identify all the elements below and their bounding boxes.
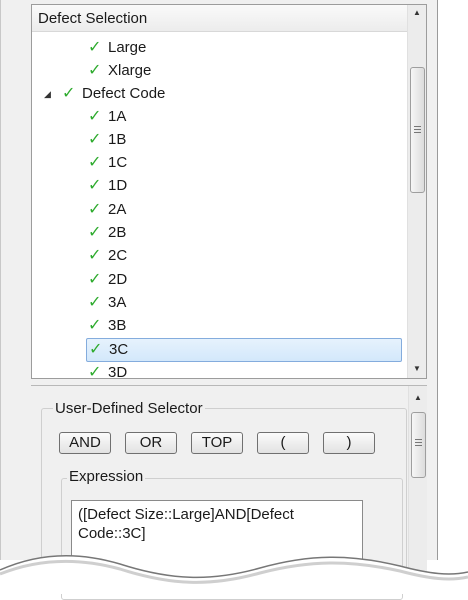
- check-icon[interactable]: ✓: [88, 129, 108, 151]
- tree-item-1d[interactable]: ✓ 1D: [88, 175, 127, 197]
- tree-item-label: 1D: [108, 177, 128, 194]
- tree-item-3c[interactable]: ✓ 3C: [86, 338, 402, 362]
- tree-item-label: 2A: [108, 201, 127, 218]
- tree-item-large[interactable]: ✓ Large: [88, 37, 146, 59]
- check-icon[interactable]: ✓: [88, 37, 108, 59]
- or-button[interactable]: OR: [125, 432, 177, 454]
- check-icon[interactable]: ✓: [88, 315, 108, 337]
- check-icon[interactable]: ✓: [88, 362, 108, 378]
- tree-item-label: Xlarge: [108, 62, 152, 79]
- check-icon[interactable]: ✓: [88, 152, 108, 174]
- tree-item-label: 3D: [108, 364, 128, 379]
- check-icon[interactable]: ✓: [89, 339, 109, 361]
- scroll-down-arrow-icon[interactable]: ▼: [408, 361, 426, 377]
- tree-item-label: 1C: [108, 154, 128, 171]
- torn-page-edge: [0, 554, 468, 594]
- close-paren-button[interactable]: ): [323, 432, 375, 454]
- check-icon[interactable]: ✓: [88, 222, 108, 244]
- check-icon[interactable]: ✓: [62, 83, 82, 105]
- tree-item-2b[interactable]: ✓ 2B: [88, 222, 126, 244]
- check-icon[interactable]: ✓: [88, 245, 108, 267]
- tree-item-label: Defect Code: [82, 85, 166, 102]
- tree-item-2a[interactable]: ✓ 2A: [88, 199, 126, 221]
- check-icon[interactable]: ✓: [88, 199, 108, 221]
- scrollbar-thumb[interactable]: [410, 67, 425, 193]
- scrollbar-thumb[interactable]: [411, 412, 426, 478]
- check-icon[interactable]: ✓: [88, 292, 108, 314]
- expression-label: Expression: [67, 468, 146, 485]
- open-paren-button[interactable]: (: [257, 432, 309, 454]
- tree-item-label: 2D: [108, 271, 128, 288]
- and-button[interactable]: AND: [59, 432, 111, 454]
- tree-item-label: 1B: [108, 131, 127, 148]
- tree-item-xlarge[interactable]: ✓ Xlarge: [88, 60, 151, 82]
- tree-scrollbar[interactable]: ▲ ▼: [407, 5, 426, 378]
- tree-header: Defect Selection: [32, 5, 408, 32]
- tree-item-3b[interactable]: ✓ 3B: [88, 315, 126, 337]
- tree-item-1c[interactable]: ✓ 1C: [88, 152, 127, 174]
- tree-item-label: 1A: [108, 108, 127, 125]
- tree-item-2c[interactable]: ✓ 2C: [88, 245, 127, 267]
- scroll-up-arrow-icon[interactable]: ▲: [409, 390, 427, 406]
- check-icon[interactable]: ✓: [88, 106, 108, 128]
- defect-selection-tree[interactable]: Defect Selection ✓ Large ✓ Xlarge ◢ ✓ Defec…: [31, 4, 427, 379]
- scroll-up-arrow-icon[interactable]: ▲: [408, 5, 426, 21]
- tree-item-1b[interactable]: ✓ 1B: [88, 129, 126, 151]
- user-defined-selector-title: User-Defined Selector: [53, 400, 205, 417]
- tree-item-label: 2B: [108, 224, 127, 241]
- tree-header-label: Defect Selection: [38, 10, 148, 27]
- check-icon[interactable]: ✓: [88, 60, 108, 82]
- check-icon[interactable]: ✓: [88, 175, 108, 197]
- tree-item-label: 3C: [109, 341, 129, 358]
- tree-item-defect-code[interactable]: ◢ ✓ Defect Code: [44, 83, 166, 105]
- top-button[interactable]: TOP: [191, 432, 243, 454]
- expand-arrow-icon[interactable]: ◢: [44, 83, 51, 105]
- tree-item-label: 3B: [108, 317, 127, 334]
- check-icon[interactable]: ✓: [88, 269, 108, 291]
- tree-item-3d[interactable]: ✓ 3D: [88, 362, 128, 379]
- tree-item-1a[interactable]: ✓ 1A: [88, 106, 126, 128]
- tree-item-label: Large: [108, 39, 147, 56]
- tree-item-2d[interactable]: ✓ 2D: [88, 269, 127, 291]
- tree-item-label: 3A: [108, 294, 127, 311]
- tree-item-label: 2C: [108, 247, 128, 264]
- tree-item-3a[interactable]: ✓ 3A: [88, 292, 126, 314]
- defect-filter-panel: Defect Selection ✓ Large ✓ Xlarge ◢ ✓ Defec…: [0, 0, 438, 600]
